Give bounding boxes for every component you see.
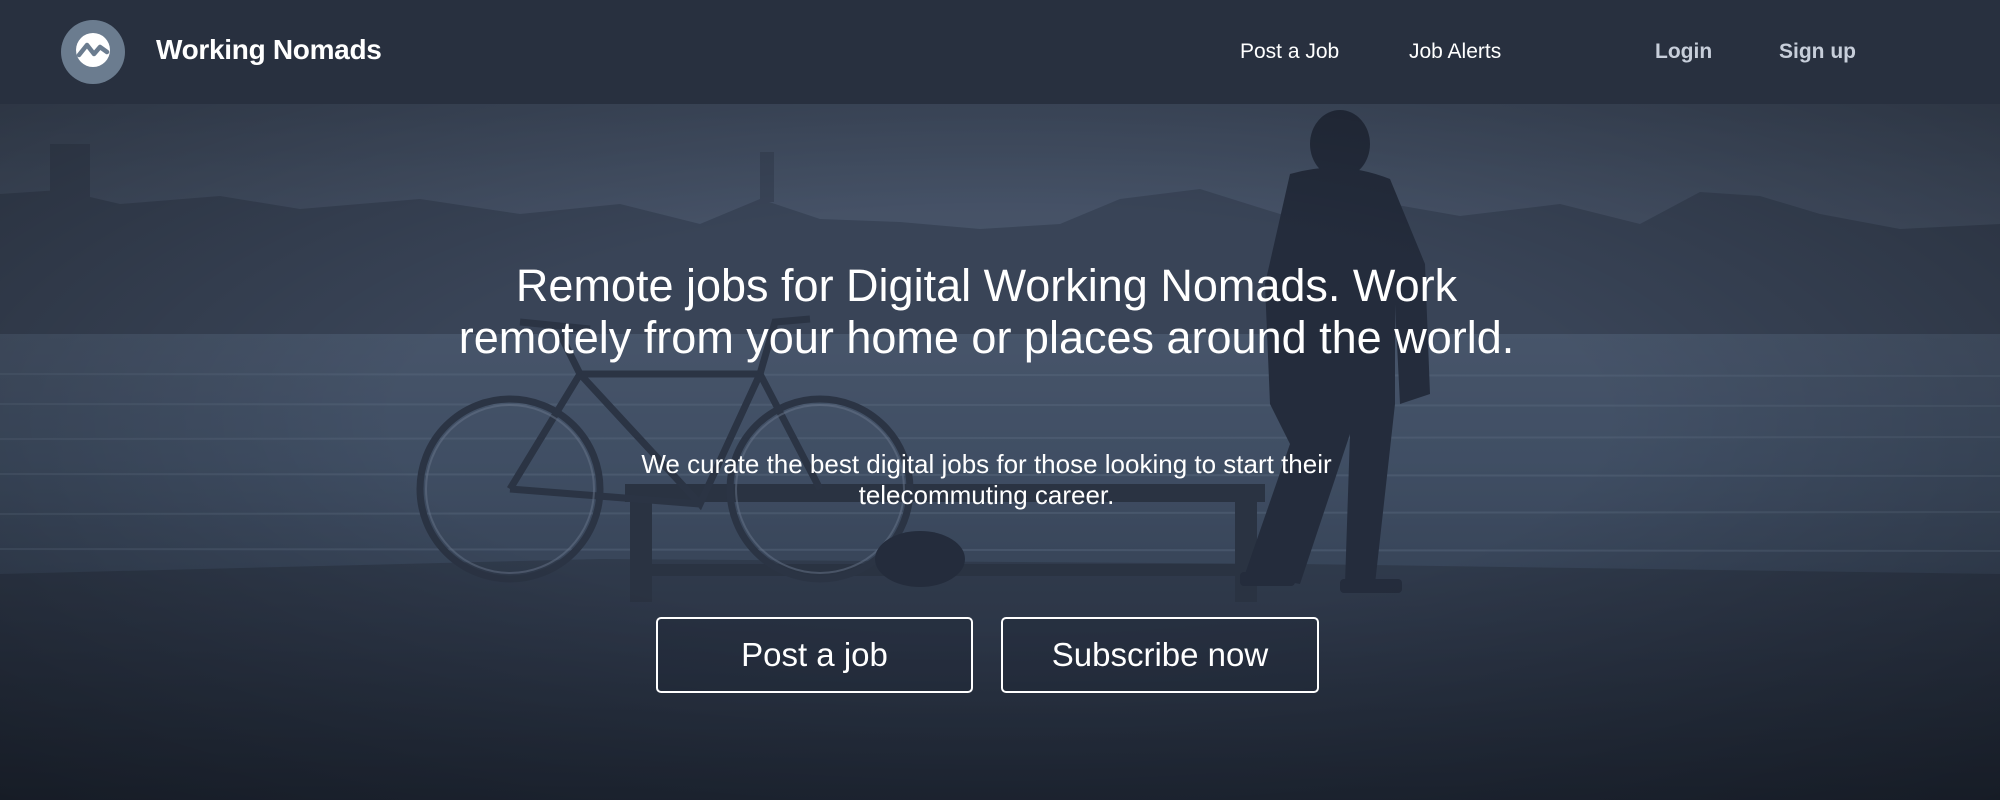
site-header: Working Nomads Post a Job Job Alerts Log… <box>0 0 2000 104</box>
page: Working Nomads Post a Job Job Alerts Log… <box>0 0 2000 802</box>
hero-section: Remote jobs for Digital Working Nomads. … <box>0 104 2000 802</box>
nav-login[interactable]: Login <box>1655 40 1712 64</box>
post-a-job-button[interactable]: Post a job <box>656 617 973 693</box>
nav-job-alerts[interactable]: Job Alerts <box>1409 40 1501 64</box>
brand-name[interactable]: Working Nomads <box>156 34 382 66</box>
hero-subline: We curate the best digital jobs for thos… <box>641 449 1332 510</box>
subscribe-now-button[interactable]: Subscribe now <box>1001 617 1319 693</box>
nav-post-a-job[interactable]: Post a Job <box>1240 40 1339 64</box>
hero-headline: Remote jobs for Digital Working Nomads. … <box>458 260 1515 363</box>
wave-logo-icon <box>73 30 113 75</box>
logo[interactable] <box>61 20 125 84</box>
nav-sign-up[interactable]: Sign up <box>1779 40 1856 64</box>
